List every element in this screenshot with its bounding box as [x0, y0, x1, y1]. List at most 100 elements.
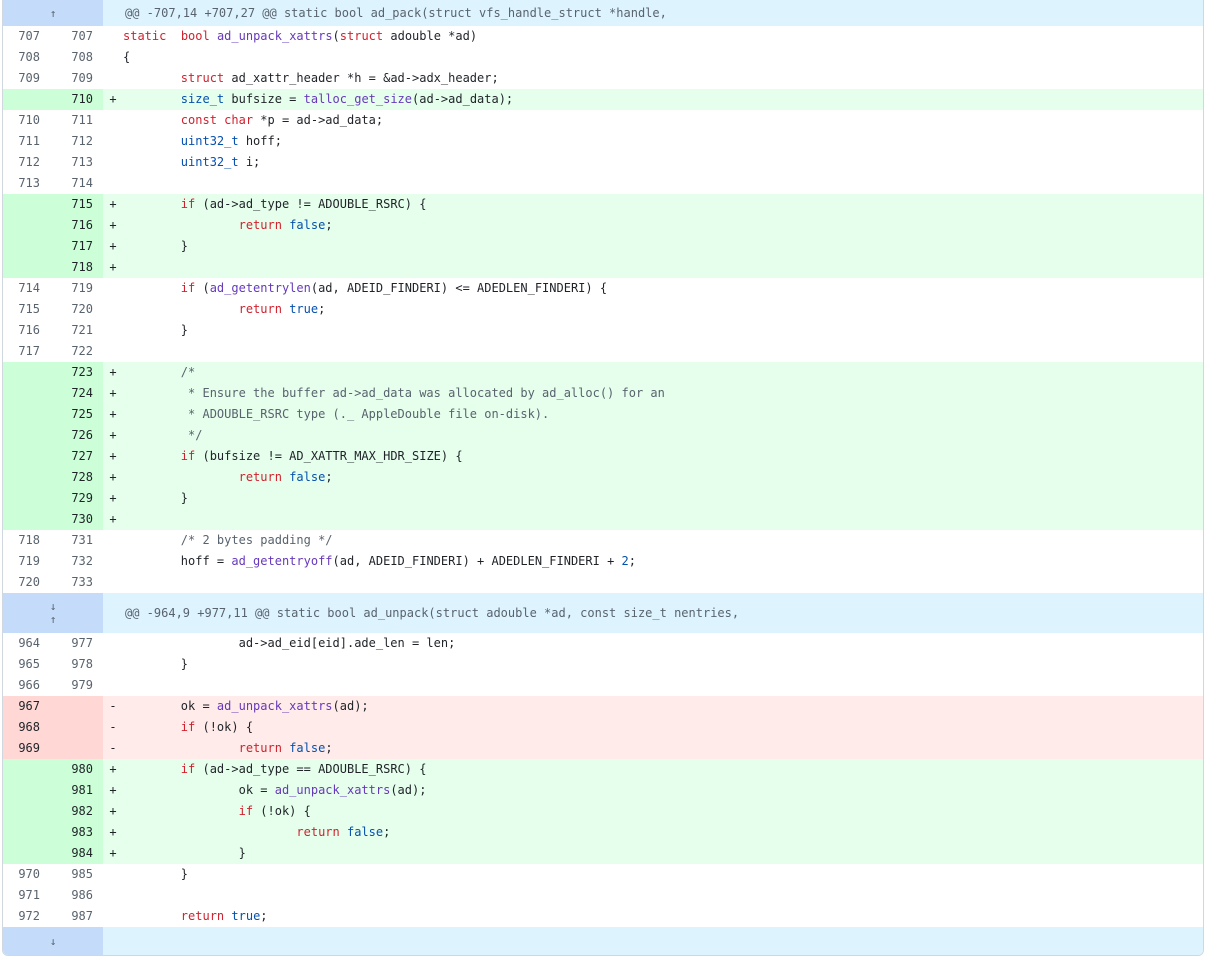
old-line-number: 714	[18, 281, 40, 295]
code-token: ad_xattr_header *h = &ad->adx_header;	[224, 71, 499, 85]
old-line-number: 708	[18, 50, 40, 64]
old-line-number: 717	[18, 344, 40, 358]
context-line: 712 713 uint32_t i;	[3, 152, 1203, 173]
code-text: ad->ad_eid[eid].ade_len = len;	[123, 633, 1203, 654]
added-line: 715 + if (ad->ad_type != ADOUBLE_RSRC) {	[3, 194, 1203, 215]
keyword-token: if	[180, 281, 196, 295]
code-text: }	[123, 488, 1203, 509]
expand-up-icon[interactable]: ↑	[50, 7, 57, 20]
code-token: }	[123, 491, 189, 505]
expand-down-button[interactable]: ↓	[3, 927, 103, 955]
code-text: return true;	[123, 906, 1203, 927]
diff-sign: +	[109, 407, 117, 421]
diff-sign: +	[109, 491, 117, 505]
old-line-number	[3, 843, 48, 864]
code-token: ad->ad_eid[eid].ade_len = len;	[123, 636, 456, 650]
code-text: if (!ok) {	[123, 801, 1203, 822]
code-token: (!ok) {	[195, 720, 254, 734]
expand-up-icon[interactable]: ↑	[50, 613, 57, 626]
diff-sign: +	[109, 197, 117, 211]
old-line-number	[3, 257, 48, 278]
keyword-token: return	[238, 741, 282, 755]
diff-sign: +	[109, 218, 117, 232]
old-line-number	[3, 362, 48, 383]
new-line-number: 731	[71, 533, 93, 547]
added-line: 727 + if (bufsize != AD_XATTR_MAX_HDR_SIZ…	[3, 446, 1203, 467]
context-line: 711 712 uint32_t hoff;	[3, 131, 1203, 152]
code-text: }	[123, 236, 1203, 257]
code-token: (ad->ad_data);	[412, 92, 514, 106]
diff-view: ↑ @@ -707,14 +707,27 @@ static bool ad_p…	[2, 0, 1204, 956]
expander-both: ↓ ↑	[3, 593, 103, 633]
code-text: if (ad_getentrylen(ad, ADEID_FINDERI) <=…	[123, 278, 1203, 299]
old-line-number	[3, 236, 48, 257]
code-text: {	[123, 47, 1203, 68]
old-line-number	[3, 446, 48, 467]
diff-sign	[103, 110, 123, 131]
new-line-number: 980	[48, 759, 103, 780]
old-line-number: 970	[18, 867, 40, 881]
old-line-number: 965	[18, 657, 40, 671]
code-token: (!ok) {	[253, 804, 311, 818]
expand-down-icon[interactable]: ↓	[50, 600, 57, 613]
diff-sign: +	[109, 512, 117, 526]
function-token: ad_unpack_xattrs	[274, 783, 391, 797]
keyword-token: if	[180, 449, 196, 463]
old-line-number	[3, 404, 48, 425]
keyword-token: if	[180, 720, 196, 734]
code-text: if (ad->ad_type != ADOUBLE_RSRC) {	[123, 194, 1203, 215]
literal-token: 2	[621, 554, 629, 568]
diff-sign	[103, 885, 123, 906]
code-token: (ad->ad_type == ADOUBLE_RSRC) {	[195, 762, 427, 776]
new-line-number: 720	[71, 302, 93, 316]
new-line-number: 979	[71, 678, 93, 692]
new-line-number: 718	[48, 257, 103, 278]
diff-sign: +	[109, 449, 117, 463]
keyword-token: struct	[339, 29, 384, 43]
diff-sign	[103, 26, 123, 47]
context-line: 972 987 return true;	[3, 906, 1203, 927]
comment-token: * Ensure the buffer ad->ad_data was allo…	[180, 386, 665, 400]
added-line: 730 +	[3, 509, 1203, 530]
new-line-number: 722	[71, 344, 93, 358]
type-token: size_t	[180, 92, 225, 106]
expand-down-icon[interactable]: ↓	[50, 935, 57, 948]
context-line: 720 733	[3, 572, 1203, 593]
old-line-number: 719	[18, 554, 40, 568]
added-line: 984 + }	[3, 843, 1203, 864]
old-line-number: 710	[18, 113, 40, 127]
new-line-number: 732	[71, 554, 93, 568]
context-line: 971 986	[3, 885, 1203, 906]
literal-token: false	[346, 825, 384, 839]
code-text: return false;	[123, 215, 1203, 236]
diff-sign: +	[109, 428, 117, 442]
code-token: }	[123, 846, 246, 860]
keyword-token: static	[123, 29, 167, 43]
new-line-number: 977	[71, 636, 93, 650]
new-line-number: 981	[48, 780, 103, 801]
code-text: static bool ad_unpack_xattrs(struct adou…	[123, 26, 1203, 47]
literal-token: false	[289, 741, 326, 755]
added-line: 725 + * ADOUBLE_RSRC type (._ AppleDouble…	[3, 404, 1203, 425]
new-line-number: 707	[71, 29, 93, 43]
new-line-number: 723	[48, 362, 103, 383]
diff-sign	[103, 633, 123, 654]
keyword-token: char	[224, 113, 254, 127]
expand-up-button[interactable]: ↑	[3, 0, 103, 26]
code-token: ;	[383, 825, 391, 839]
diff-sign	[103, 572, 123, 593]
new-line-number: 986	[71, 888, 93, 902]
code-token: ok =	[123, 699, 217, 713]
code-token: ;	[628, 554, 636, 568]
added-line: 728 + return false;	[3, 467, 1203, 488]
code-text: * ADOUBLE_RSRC type (._ AppleDouble file…	[123, 404, 1203, 425]
new-line-number: 714	[71, 176, 93, 190]
diff-sign: +	[109, 239, 117, 253]
code-token: bufsize =	[224, 92, 304, 106]
new-line-number: 985	[71, 867, 93, 881]
